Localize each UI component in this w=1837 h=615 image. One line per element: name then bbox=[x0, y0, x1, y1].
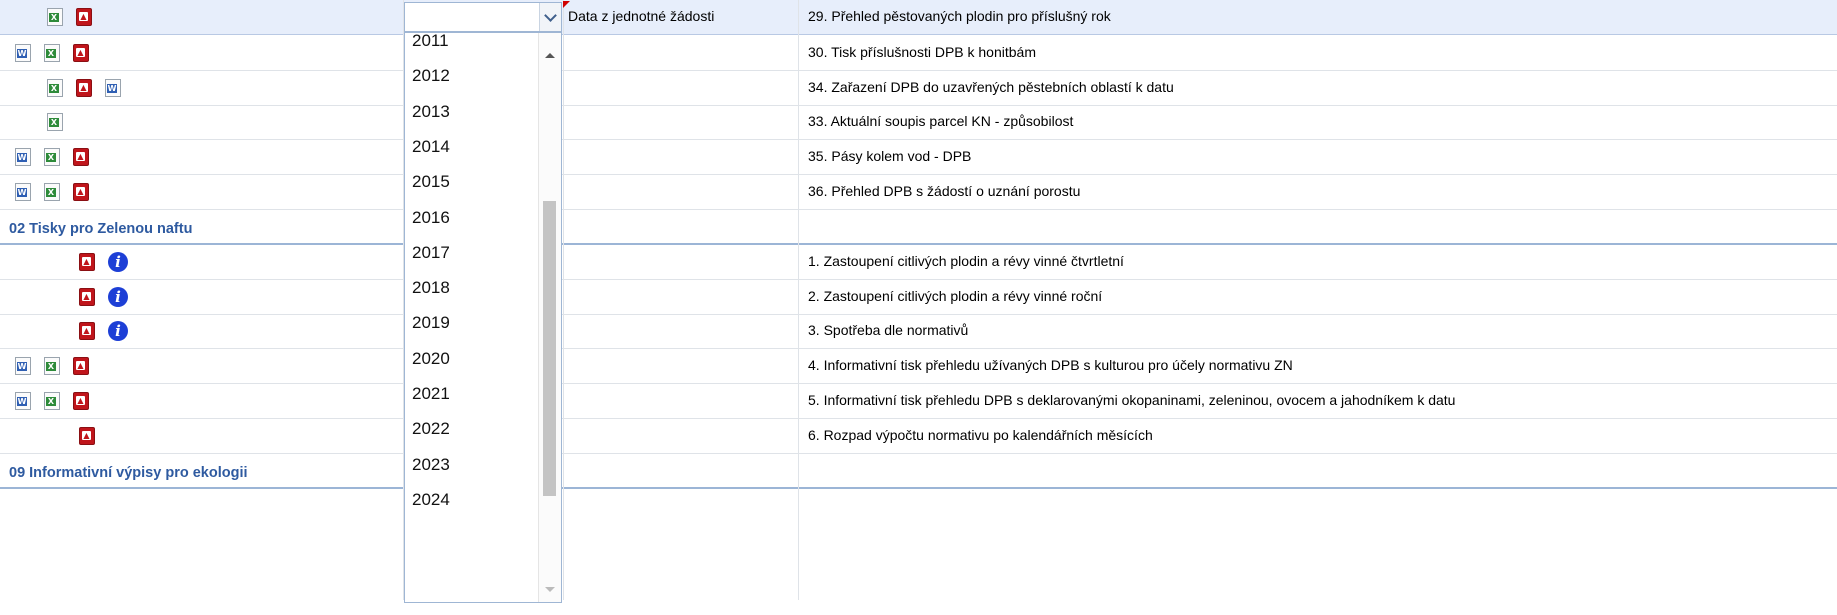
export-icons: X bbox=[47, 112, 63, 132]
year-option[interactable]: 2015 bbox=[412, 172, 450, 192]
export-icons: W X ▲ bbox=[15, 147, 89, 167]
chevron-down-icon bbox=[544, 8, 557, 22]
export-icons: W X ▲ bbox=[15, 182, 89, 202]
info-icon[interactable]: i bbox=[108, 252, 128, 272]
pdf-export-icon[interactable]: ▲ bbox=[73, 392, 89, 410]
excel-export-icon[interactable]: X bbox=[44, 148, 60, 166]
pdf-export-icon[interactable]: ▲ bbox=[79, 288, 95, 306]
table-row[interactable]: W X ▲ 30. Tisk příslušnosti DPB k honitbám bbox=[0, 36, 1837, 71]
report-description: 3. Spotřeba dle normativů bbox=[808, 322, 969, 338]
excel-export-icon[interactable]: X bbox=[44, 392, 60, 410]
column-divider bbox=[798, 0, 799, 600]
group-title: 09 Informativní výpisy pro ekologii bbox=[9, 465, 248, 481]
pdf-export-icon[interactable]: ▲ bbox=[73, 183, 89, 201]
pdf-export-icon[interactable]: ▲ bbox=[79, 253, 95, 271]
excel-export-icon[interactable]: X bbox=[44, 357, 60, 375]
dirty-cell-marker bbox=[563, 1, 570, 8]
table-row[interactable]: ▲ i 3. Spotřeba dle normativů bbox=[0, 314, 1837, 349]
word-export-icon[interactable]: W bbox=[15, 357, 31, 375]
pdf-export-icon[interactable]: ▲ bbox=[73, 148, 89, 166]
word-export-icon[interactable]: W bbox=[15, 44, 31, 62]
report-description: 2. Zastoupení citlivých plodin a révy vi… bbox=[808, 288, 1103, 304]
report-description: 29. Přehled pěstovaných plodin pro přísl… bbox=[808, 8, 1111, 24]
table-row[interactable]: W X ▲ 36. Přehled DPB s žádostí o uznání po… bbox=[0, 175, 1837, 210]
word-export-icon[interactable]: W bbox=[15, 148, 31, 166]
info-icon[interactable]: i bbox=[108, 321, 128, 341]
group-row[interactable]: 02 Tisky pro Zelenou naftu bbox=[0, 210, 1837, 245]
excel-export-icon[interactable]: X bbox=[47, 79, 63, 97]
export-icons: W X ▲ bbox=[15, 391, 89, 411]
year-option[interactable]: 2020 bbox=[412, 349, 450, 369]
report-description: 4. Informativní tisk přehledu užívaných … bbox=[808, 357, 1293, 373]
report-description: 35. Pásy kolem vod - DPB bbox=[808, 148, 972, 164]
table-row[interactable]: ▲ i 1. Zastoupení citlivých plodin a révy … bbox=[0, 245, 1837, 280]
pdf-export-icon[interactable]: ▲ bbox=[79, 427, 95, 445]
year-option[interactable]: 2012 bbox=[412, 66, 450, 86]
export-icons: ▲ i bbox=[79, 321, 128, 341]
year-option[interactable]: 2017 bbox=[412, 243, 450, 263]
group-row[interactable]: 09 Informativní výpisy pro ekologii bbox=[0, 454, 1837, 489]
table-row[interactable]: ▲ 6. Rozpad výpočtu normativu po kalendář… bbox=[0, 419, 1837, 454]
report-description: 30. Tisk příslušnosti DPB k honitbám bbox=[808, 44, 1036, 60]
excel-export-icon[interactable]: X bbox=[47, 113, 63, 131]
year-option[interactable]: 2013 bbox=[412, 102, 450, 122]
table-row[interactable]: X 33. Aktuální soupis parcel KN - způsobi… bbox=[0, 105, 1837, 140]
export-icons: ▲ bbox=[79, 426, 95, 446]
group-title: 02 Tisky pro Zelenou naftu bbox=[9, 221, 193, 237]
report-description: 6. Rozpad výpočtu normativu po kalendářn… bbox=[808, 427, 1153, 443]
table-row[interactable]: W X ▲ 4. Informativní tisk přehledu užívaný… bbox=[0, 349, 1837, 384]
scroll-up-icon[interactable] bbox=[545, 53, 555, 58]
export-icons: X ▲ W bbox=[47, 78, 121, 98]
table-row[interactable]: X ▲ W 34. Zařazení DPB do uzavřených pěsteb… bbox=[0, 71, 1837, 106]
word-export-icon[interactable]: W bbox=[15, 392, 31, 410]
pdf-export-icon[interactable]: ▲ bbox=[73, 44, 89, 62]
export-icons: W X ▲ bbox=[15, 43, 89, 63]
year-option[interactable]: 2011 bbox=[412, 33, 449, 51]
year-option[interactable]: 2016 bbox=[412, 208, 450, 228]
year-option[interactable]: 2024 bbox=[412, 490, 450, 510]
column-divider bbox=[563, 0, 564, 600]
excel-export-icon[interactable]: X bbox=[44, 44, 60, 62]
table-row[interactable]: W X ▲ 5. Informativní tisk přehledu DPB s d… bbox=[0, 384, 1837, 419]
excel-export-icon[interactable]: X bbox=[47, 8, 63, 26]
pdf-export-icon[interactable]: ▲ bbox=[79, 322, 95, 340]
table-row[interactable]: ▲ i 2. Zastoupení citlivých plodin a révy … bbox=[0, 280, 1837, 315]
year-dropdown-list[interactable]: 2011 2012 2013 2014 2015 2016 2017 2018 2019 2020… bbox=[404, 32, 562, 603]
year-combo[interactable] bbox=[404, 2, 562, 32]
scroll-down-icon[interactable] bbox=[545, 587, 555, 592]
report-description: 36. Přehled DPB s žádostí o uznání poros… bbox=[808, 183, 1081, 199]
scrollbar-thumb[interactable] bbox=[543, 201, 556, 496]
report-description: 33. Aktuální soupis parcel KN - způsobil… bbox=[808, 113, 1074, 129]
report-description: 5. Informativní tisk přehledu DPB s dekl… bbox=[808, 392, 1456, 408]
reports-grid: X ▲ 29. Přehled pěstovaných plodin pro pří… bbox=[0, 0, 1837, 605]
export-icons: ▲ i bbox=[79, 252, 128, 272]
excel-export-icon[interactable]: X bbox=[44, 183, 60, 201]
year-option[interactable]: 2023 bbox=[412, 455, 450, 475]
word-export-icon[interactable]: W bbox=[105, 79, 121, 97]
year-option[interactable]: 2019 bbox=[412, 313, 450, 333]
pdf-export-icon[interactable]: ▲ bbox=[76, 8, 92, 26]
report-description: 1. Zastoupení citlivých plodin a révy vi… bbox=[808, 253, 1124, 269]
year-option[interactable]: 2022 bbox=[412, 419, 450, 439]
report-description: 34. Zařazení DPB do uzavřených pěstebníc… bbox=[808, 79, 1174, 95]
data-source-label: Data z jednotné žádosti bbox=[568, 8, 715, 24]
pdf-export-icon[interactable]: ▲ bbox=[76, 79, 92, 97]
word-export-icon[interactable]: W bbox=[15, 183, 31, 201]
export-icons: X ▲ bbox=[47, 7, 92, 27]
year-option[interactable]: 2014 bbox=[412, 137, 450, 157]
export-icons: W X ▲ bbox=[15, 356, 89, 376]
export-icons: ▲ i bbox=[79, 287, 128, 307]
year-combo-trigger[interactable] bbox=[539, 3, 561, 31]
info-icon[interactable]: i bbox=[108, 287, 128, 307]
year-option[interactable]: 2018 bbox=[412, 278, 450, 298]
table-row[interactable]: X ▲ 29. Přehled pěstovaných plodin pro pří… bbox=[0, 0, 1837, 35]
dropdown-scrollbar[interactable] bbox=[538, 33, 561, 602]
year-option[interactable]: 2021 bbox=[412, 384, 450, 404]
table-row[interactable]: W X ▲ 35. Pásy kolem vod - DPB bbox=[0, 140, 1837, 175]
pdf-export-icon[interactable]: ▲ bbox=[73, 357, 89, 375]
